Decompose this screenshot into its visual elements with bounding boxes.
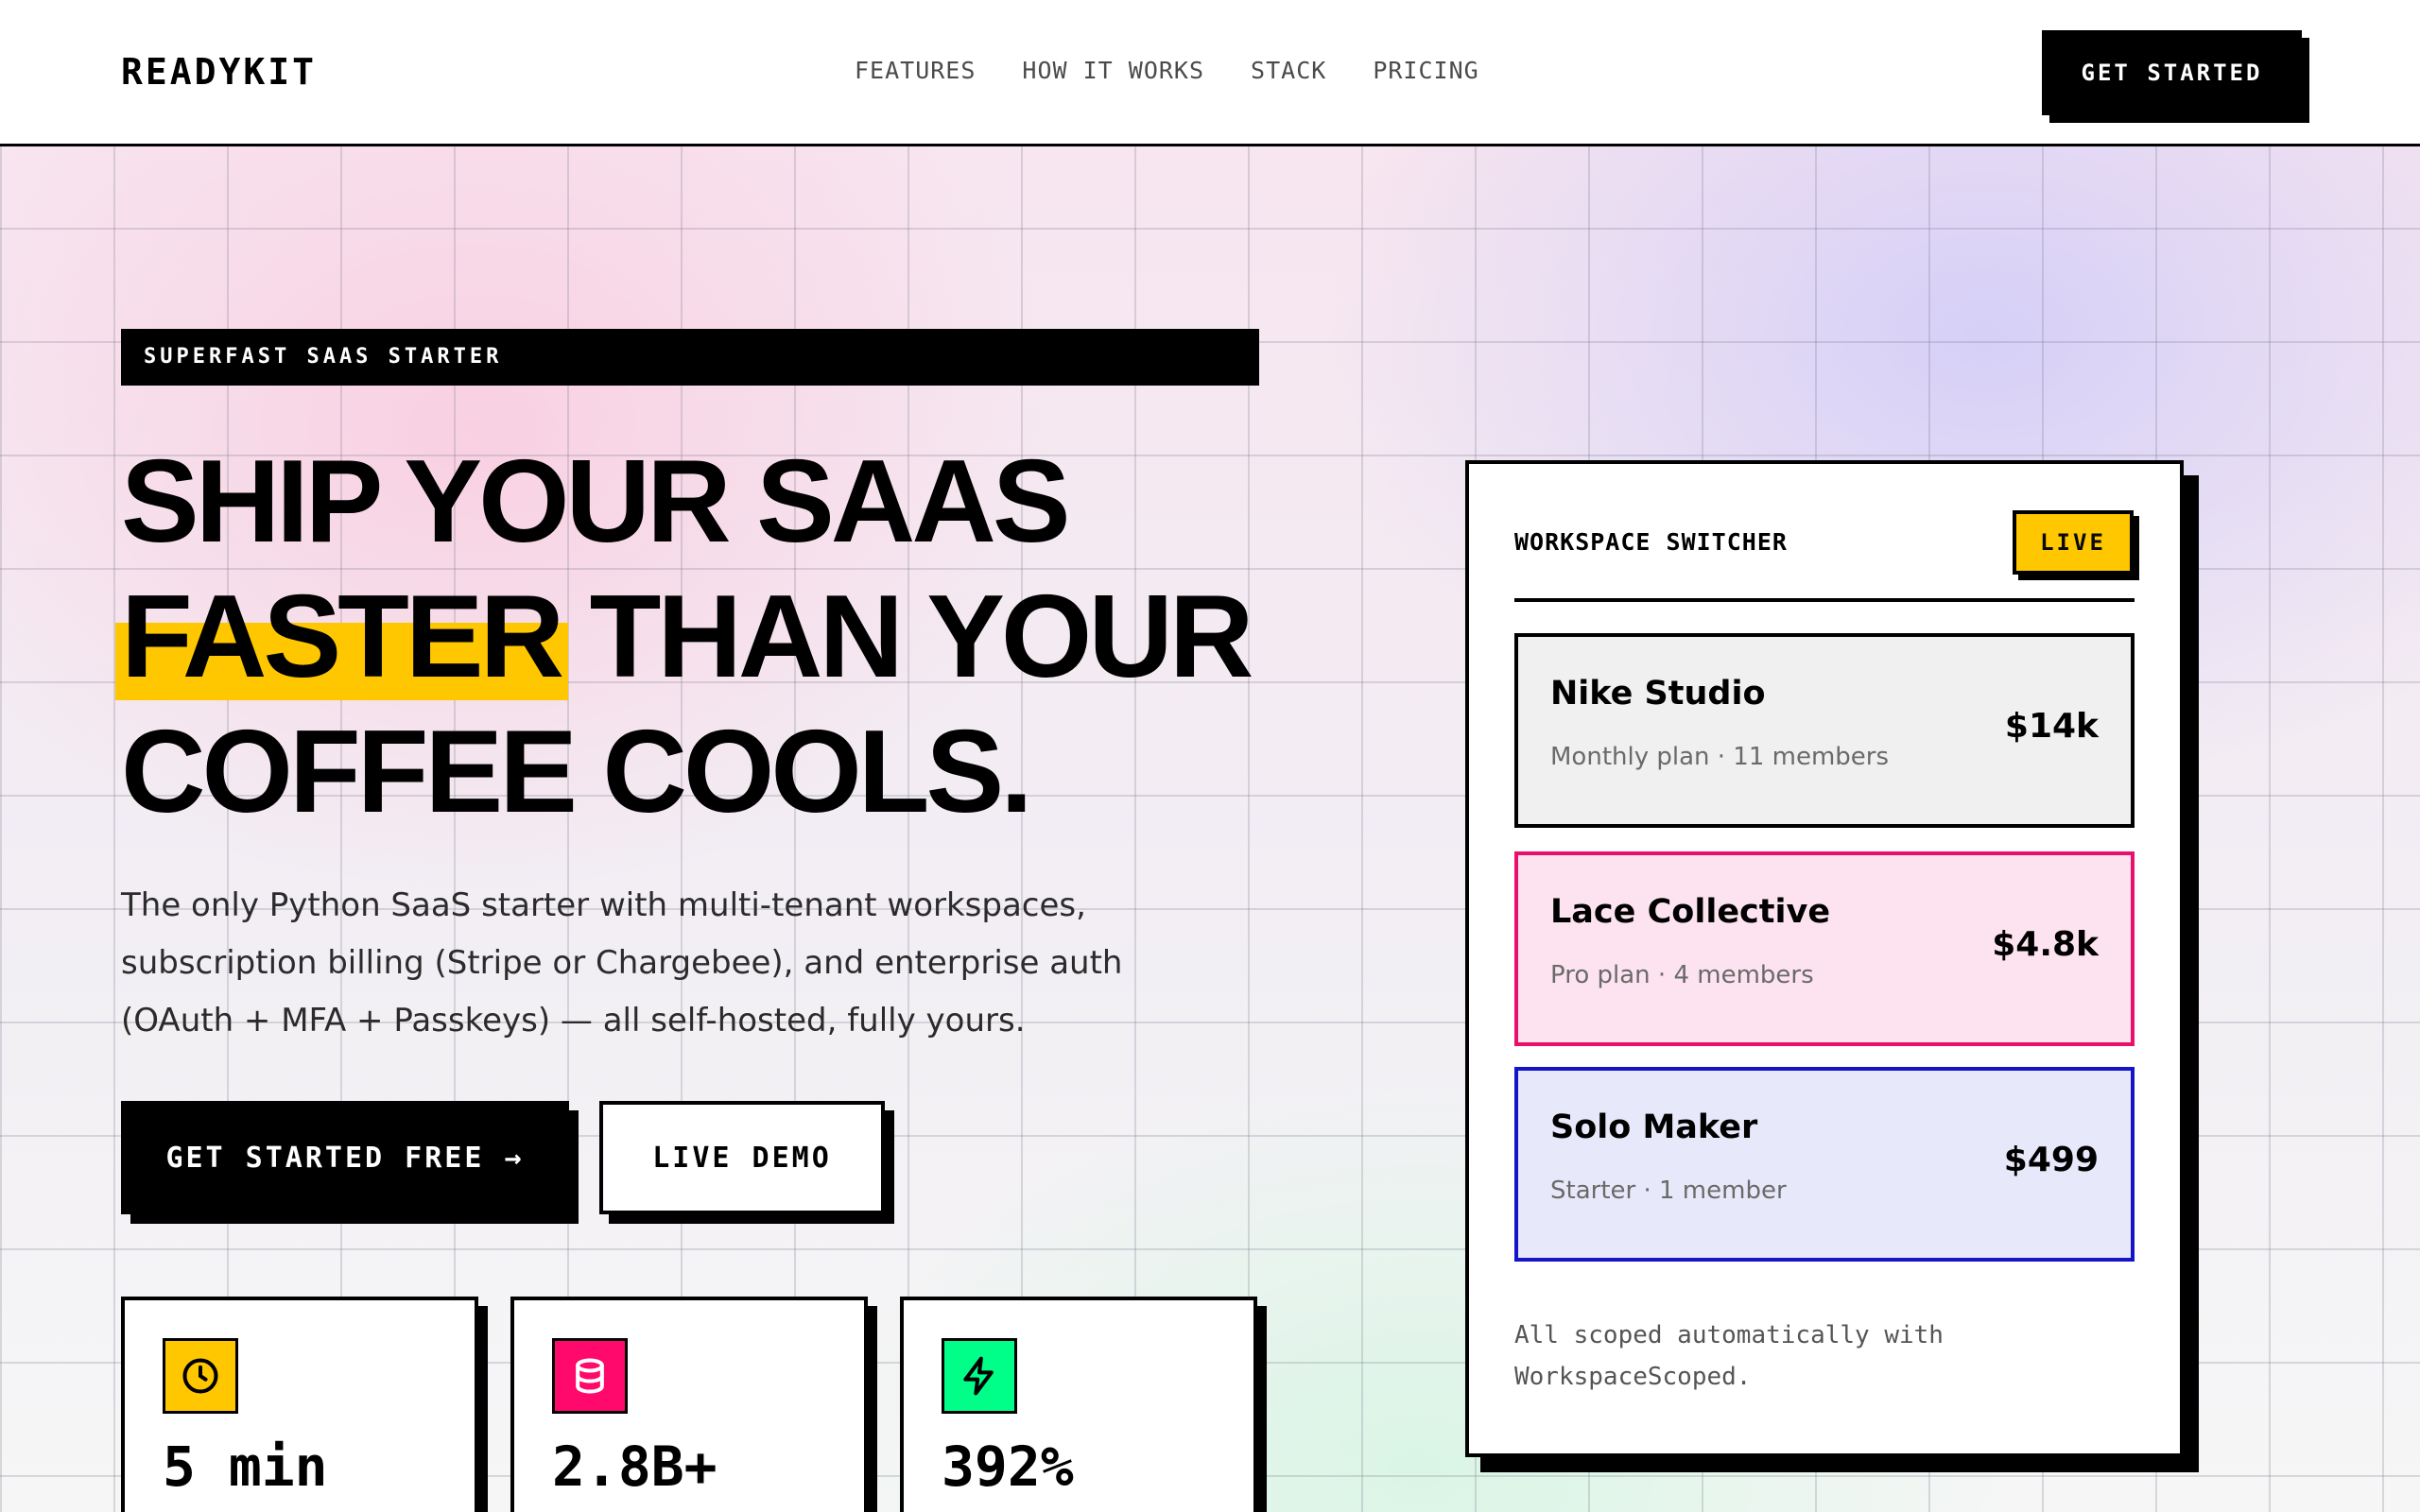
stat-value: 392% — [942, 1435, 1074, 1499]
hero-subtext: The only Python SaaS starter with multi-… — [121, 886, 1123, 1040]
stat-card-speed: 392% — [900, 1297, 1257, 1512]
panel-title: WORKSPACE SWITCHER — [1514, 528, 1788, 556]
workspace-switcher-panel: WORKSPACE SWITCHER LIVE Nike Studio Mont… — [1465, 460, 2184, 1457]
workspace-price: $499 — [2003, 1141, 2099, 1179]
headline-line-2-rest: THAN YOUR — [561, 572, 1254, 702]
top-nav: READYKIT FEATURES HOW IT WORKS STACK PRI… — [0, 0, 2420, 146]
nav-link-features[interactable]: FEATURES — [855, 57, 976, 84]
headline-line-3: COFFEE COOLS. — [121, 707, 1033, 837]
live-demo-button[interactable]: LIVE DEMO — [599, 1101, 885, 1214]
workspace-price: $4.8k — [1992, 925, 2099, 964]
headline-highlight: FASTER — [114, 570, 569, 705]
database-icon — [552, 1338, 628, 1414]
eyebrow-label: SUPERFAST SAAS STARTER — [121, 329, 1259, 386]
stat-card-time: 5 min — [121, 1297, 478, 1512]
workspace-item-lace-collective[interactable]: Lace Collective Pro plan · 4 members $4.… — [1514, 851, 2135, 1046]
headline-line-2: FASTER THAN YOUR — [114, 570, 1350, 705]
get-started-free-button[interactable]: GET STARTED FREE → — [121, 1101, 569, 1214]
workspace-item-nike-studio[interactable]: Nike Studio Monthly plan · 11 members $1… — [1514, 633, 2135, 828]
nav-links: FEATURES HOW IT WORKS STACK PRICING — [855, 57, 1479, 84]
stat-value: 2.8B+ — [552, 1435, 717, 1499]
nav-link-pricing[interactable]: PRICING — [1373, 57, 1478, 84]
workspace-item-solo-maker[interactable]: Solo Maker Starter · 1 member $499 — [1514, 1067, 2135, 1262]
get-started-button[interactable]: GET STARTED — [2042, 30, 2302, 115]
workspace-meta: Starter · 1 member — [1550, 1177, 1787, 1205]
workspace-name: Lace Collective — [1550, 893, 1831, 931]
workspace-meta: Pro plan · 4 members — [1550, 961, 1814, 989]
headline-line-1: SHIP YOUR SAAS — [121, 437, 1071, 567]
stat-value: 5 min — [163, 1435, 328, 1499]
nav-link-stack[interactable]: STACK — [1251, 57, 1326, 84]
clock-icon — [163, 1338, 238, 1414]
live-badge: LIVE — [2013, 510, 2134, 575]
workspace-name: Nike Studio — [1550, 675, 1766, 713]
workspace-name: Solo Maker — [1550, 1108, 1758, 1146]
panel-footnote: All scoped automatically with WorkspaceS… — [1514, 1321, 1944, 1391]
stat-card-records: 2.8B+ — [510, 1297, 868, 1512]
workspace-meta: Monthly plan · 11 members — [1550, 743, 1890, 771]
divider — [1514, 598, 2135, 602]
lightning-icon — [942, 1338, 1017, 1414]
workspace-price: $14k — [2004, 707, 2099, 746]
logo[interactable]: READYKIT — [121, 51, 317, 93]
hero-headline: SHIP YOUR SAAS FASTER THAN YOUR COFFEE C… — [114, 435, 1350, 840]
nav-link-how-it-works[interactable]: HOW IT WORKS — [1022, 57, 1204, 84]
